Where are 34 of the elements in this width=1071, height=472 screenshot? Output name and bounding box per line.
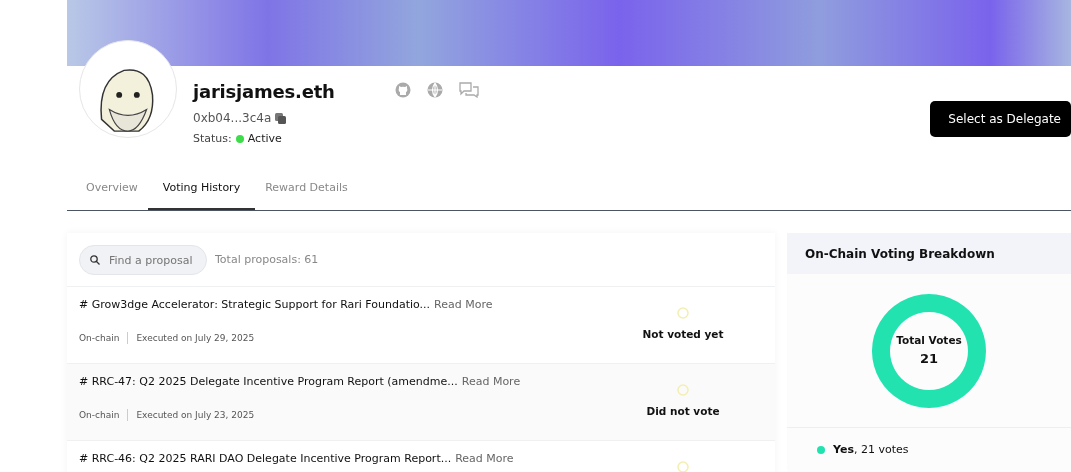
chart-center-label: Total Votes — [896, 333, 962, 349]
proposal-type: On-chain — [79, 408, 120, 422]
select-delegate-button[interactable]: Select as Delegate — [930, 101, 1071, 137]
execution-date: Executed on July 29, 2025 — [136, 331, 255, 345]
panel-title: On-Chain Voting Breakdown — [805, 245, 995, 263]
chart-center-value: 21 — [919, 350, 939, 369]
read-more-link[interactable]: Read More — [461, 374, 521, 391]
proposal-title: # Grow3dge Accelerator: Strategic Support for Rari Foundatio... — [79, 297, 431, 313]
copy-icon[interactable] — [275, 112, 287, 124]
proposal-row[interactable]: # RRC-47: Q2 2025 Delegate Incentive Program Report (amendme... Read More On-chain Executed on July 23, 2025 Did not vote — [67, 363, 775, 440]
tab[interactable]: Reward Details — [265, 171, 348, 210]
search-field[interactable]: Find a proposal — [79, 245, 207, 275]
legend-text: Yes, 21 votes — [833, 442, 909, 458]
pending-circle-icon — [677, 307, 689, 319]
search-icon — [90, 255, 100, 265]
globe-icon[interactable] — [427, 82, 443, 98]
proposal-title: # RRC-47: Q2 2025 Delegate Incentive Program Report (amendme... — [79, 374, 458, 390]
status-value: Active — [247, 131, 282, 147]
read-more-link[interactable]: Read More — [455, 451, 514, 468]
read-more-link[interactable]: Read More — [434, 297, 493, 314]
pending-circle-icon — [677, 384, 689, 396]
wallet-address: 0xb04...3c4a — [193, 110, 272, 127]
proposal-title: # RRC-46: Q2 2025 RARI DAO Delegate Incentive Program Report... — [79, 451, 452, 467]
proposal-row[interactable]: # RRC-46: Q2 2025 RARI DAO Delegate Incentive Program Report... Read More — [67, 440, 775, 472]
execution-date: Executed on July 23, 2025 — [136, 408, 255, 422]
profile-name: jarisjames.eth — [193, 80, 336, 104]
vote-status: Not voted yet — [642, 327, 724, 342]
chat-icon[interactable] — [459, 82, 479, 98]
proposal-type: On-chain — [79, 331, 120, 345]
total-proposals: Total proposals: 61 — [215, 251, 319, 268]
status-label: Status: — [193, 131, 232, 147]
vote-status: Did not vote — [646, 404, 720, 419]
tab[interactable]: Voting History — [147, 171, 256, 210]
tab[interactable]: Overview — [86, 171, 138, 210]
